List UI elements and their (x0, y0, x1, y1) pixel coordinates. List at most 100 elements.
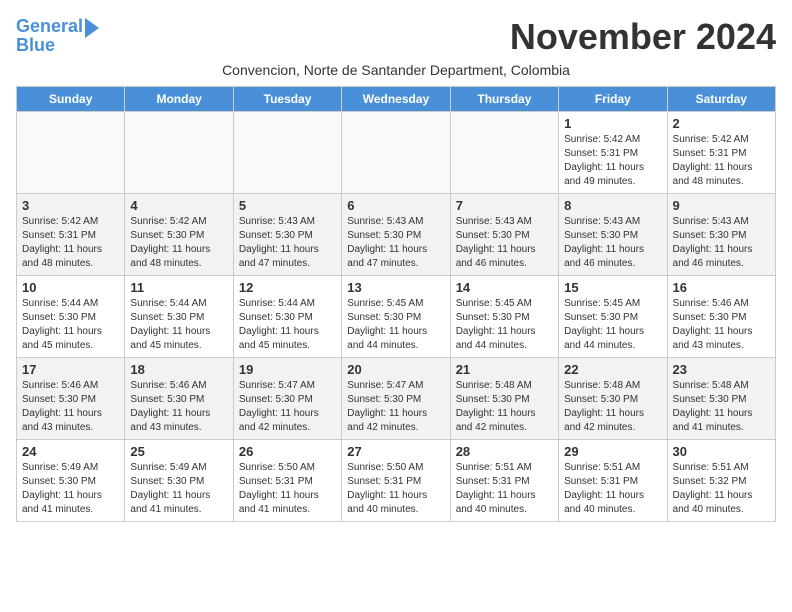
day-number: 18 (130, 362, 227, 377)
day-info: Sunrise: 5:51 AM Sunset: 5:32 PM Dayligh… (673, 461, 770, 517)
day-info: Sunrise: 5:47 AM Sunset: 5:30 PM Dayligh… (347, 379, 444, 435)
calendar-cell: 27 Sunrise: 5:50 AM Sunset: 5:31 PM Dayli… (342, 440, 450, 522)
title-section: November 2024 (510, 16, 776, 58)
day-info: Sunrise: 5:43 AM Sunset: 5:30 PM Dayligh… (673, 215, 770, 271)
day-number: 10 (22, 280, 119, 295)
calendar-cell: 10 Sunrise: 5:44 AM Sunset: 5:30 PM Dayli… (17, 276, 125, 358)
day-number: 29 (564, 444, 661, 459)
calendar-cell: 15 Sunrise: 5:45 AM Sunset: 5:30 PM Dayli… (559, 276, 667, 358)
day-info: Sunrise: 5:50 AM Sunset: 5:31 PM Dayligh… (239, 461, 336, 517)
weekday-header-sunday: Sunday (17, 87, 125, 112)
calendar-cell: 22 Sunrise: 5:48 AM Sunset: 5:30 PM Dayli… (559, 358, 667, 440)
day-number: 12 (239, 280, 336, 295)
calendar-cell: 14Sunrise: 5:45 AM Sunset: 5:30 PM Dayli… (450, 276, 558, 358)
calendar-week-row: 3Sunrise: 5:42 AM Sunset: 5:31 PM Daylig… (17, 194, 776, 276)
day-info: Sunrise: 5:42 AM Sunset: 5:30 PM Dayligh… (130, 215, 227, 271)
calendar-cell: 8 Sunrise: 5:43 AM Sunset: 5:30 PM Daylig… (559, 194, 667, 276)
day-number: 22 (564, 362, 661, 377)
day-number: 6 (347, 198, 444, 213)
weekday-header-friday: Friday (559, 87, 667, 112)
calendar-cell (125, 112, 233, 194)
calendar-cell (233, 112, 341, 194)
calendar-cell: 23 Sunrise: 5:48 AM Sunset: 5:30 PM Dayli… (667, 358, 775, 440)
calendar-cell: 2Sunrise: 5:42 AM Sunset: 5:31 PM Daylig… (667, 112, 775, 194)
day-info: Sunrise: 5:42 AM Sunset: 5:31 PM Dayligh… (22, 215, 119, 271)
month-title: November 2024 (510, 16, 776, 58)
calendar-cell: 6 Sunrise: 5:43 AM Sunset: 5:30 PM Daylig… (342, 194, 450, 276)
calendar-table: SundayMondayTuesdayWednesdayThursdayFrid… (16, 86, 776, 522)
calendar-cell: 1 Sunrise: 5:42 AM Sunset: 5:31 PM Daylig… (559, 112, 667, 194)
day-number: 7 (456, 198, 553, 213)
logo: General Blue (16, 16, 99, 56)
logo-blue-text: Blue (16, 36, 55, 56)
day-info: Sunrise: 5:45 AM Sunset: 5:30 PM Dayligh… (564, 297, 661, 353)
calendar-week-row: 10 Sunrise: 5:44 AM Sunset: 5:30 PM Dayli… (17, 276, 776, 358)
day-number: 26 (239, 444, 336, 459)
calendar-cell: 28Sunrise: 5:51 AM Sunset: 5:31 PM Dayli… (450, 440, 558, 522)
calendar-cell: 29 Sunrise: 5:51 AM Sunset: 5:31 PM Dayli… (559, 440, 667, 522)
location-subtitle: Convencion, Norte de Santander Departmen… (16, 62, 776, 78)
weekday-header-tuesday: Tuesday (233, 87, 341, 112)
calendar-week-row: 1 Sunrise: 5:42 AM Sunset: 5:31 PM Daylig… (17, 112, 776, 194)
day-info: Sunrise: 5:44 AM Sunset: 5:30 PM Dayligh… (239, 297, 336, 353)
day-info: Sunrise: 5:51 AM Sunset: 5:31 PM Dayligh… (456, 461, 553, 517)
weekday-header-thursday: Thursday (450, 87, 558, 112)
day-info: Sunrise: 5:49 AM Sunset: 5:30 PM Dayligh… (130, 461, 227, 517)
calendar-header-row: SundayMondayTuesdayWednesdayThursdayFrid… (17, 87, 776, 112)
calendar-cell: 20Sunrise: 5:47 AM Sunset: 5:30 PM Dayli… (342, 358, 450, 440)
calendar-cell: 3Sunrise: 5:42 AM Sunset: 5:31 PM Daylig… (17, 194, 125, 276)
day-info: Sunrise: 5:42 AM Sunset: 5:31 PM Dayligh… (673, 133, 770, 189)
day-number: 11 (130, 280, 227, 295)
calendar-cell: 13Sunrise: 5:45 AM Sunset: 5:30 PM Dayli… (342, 276, 450, 358)
calendar-week-row: 17 Sunrise: 5:46 AM Sunset: 5:30 PM Dayli… (17, 358, 776, 440)
day-number: 24 (22, 444, 119, 459)
calendar-cell: 30Sunrise: 5:51 AM Sunset: 5:32 PM Dayli… (667, 440, 775, 522)
day-info: Sunrise: 5:49 AM Sunset: 5:30 PM Dayligh… (22, 461, 119, 517)
day-info: Sunrise: 5:42 AM Sunset: 5:31 PM Dayligh… (564, 133, 661, 189)
calendar-cell: 24 Sunrise: 5:49 AM Sunset: 5:30 PM Dayli… (17, 440, 125, 522)
weekday-header-monday: Monday (125, 87, 233, 112)
calendar-cell: 17 Sunrise: 5:46 AM Sunset: 5:30 PM Dayli… (17, 358, 125, 440)
day-number: 16 (673, 280, 770, 295)
day-number: 19 (239, 362, 336, 377)
day-info: Sunrise: 5:46 AM Sunset: 5:30 PM Dayligh… (673, 297, 770, 353)
day-number: 1 (564, 116, 661, 131)
day-info: Sunrise: 5:50 AM Sunset: 5:31 PM Dayligh… (347, 461, 444, 517)
calendar-cell: 16 Sunrise: 5:46 AM Sunset: 5:30 PM Dayli… (667, 276, 775, 358)
day-info: Sunrise: 5:47 AM Sunset: 5:30 PM Dayligh… (239, 379, 336, 435)
calendar-cell: 19 Sunrise: 5:47 AM Sunset: 5:30 PM Dayli… (233, 358, 341, 440)
day-number: 25 (130, 444, 227, 459)
day-number: 5 (239, 198, 336, 213)
calendar-cell: 5Sunrise: 5:43 AM Sunset: 5:30 PM Daylig… (233, 194, 341, 276)
calendar-cell: 26 Sunrise: 5:50 AM Sunset: 5:31 PM Dayli… (233, 440, 341, 522)
day-number: 13 (347, 280, 444, 295)
day-number: 17 (22, 362, 119, 377)
day-number: 23 (673, 362, 770, 377)
day-info: Sunrise: 5:48 AM Sunset: 5:30 PM Dayligh… (673, 379, 770, 435)
calendar-cell: 12 Sunrise: 5:44 AM Sunset: 5:30 PM Dayli… (233, 276, 341, 358)
day-number: 8 (564, 198, 661, 213)
day-info: Sunrise: 5:48 AM Sunset: 5:30 PM Dayligh… (564, 379, 661, 435)
calendar-cell: 25 Sunrise: 5:49 AM Sunset: 5:30 PM Dayli… (125, 440, 233, 522)
day-number: 15 (564, 280, 661, 295)
day-number: 4 (130, 198, 227, 213)
calendar-cell: 11 Sunrise: 5:44 AM Sunset: 5:30 PM Dayli… (125, 276, 233, 358)
day-info: Sunrise: 5:51 AM Sunset: 5:31 PM Dayligh… (564, 461, 661, 517)
day-info: Sunrise: 5:43 AM Sunset: 5:30 PM Dayligh… (347, 215, 444, 271)
logo-arrow-icon (85, 18, 99, 38)
day-info: Sunrise: 5:44 AM Sunset: 5:30 PM Dayligh… (130, 297, 227, 353)
day-info: Sunrise: 5:46 AM Sunset: 5:30 PM Dayligh… (22, 379, 119, 435)
calendar-week-row: 24 Sunrise: 5:49 AM Sunset: 5:30 PM Dayli… (17, 440, 776, 522)
calendar-cell (17, 112, 125, 194)
logo-text: General (16, 17, 83, 37)
calendar-cell (342, 112, 450, 194)
calendar-cell: 7Sunrise: 5:43 AM Sunset: 5:30 PM Daylig… (450, 194, 558, 276)
day-number: 27 (347, 444, 444, 459)
day-info: Sunrise: 5:46 AM Sunset: 5:30 PM Dayligh… (130, 379, 227, 435)
day-info: Sunrise: 5:44 AM Sunset: 5:30 PM Dayligh… (22, 297, 119, 353)
day-number: 9 (673, 198, 770, 213)
day-number: 14 (456, 280, 553, 295)
day-info: Sunrise: 5:43 AM Sunset: 5:30 PM Dayligh… (564, 215, 661, 271)
calendar-cell: 21Sunrise: 5:48 AM Sunset: 5:30 PM Dayli… (450, 358, 558, 440)
weekday-header-saturday: Saturday (667, 87, 775, 112)
